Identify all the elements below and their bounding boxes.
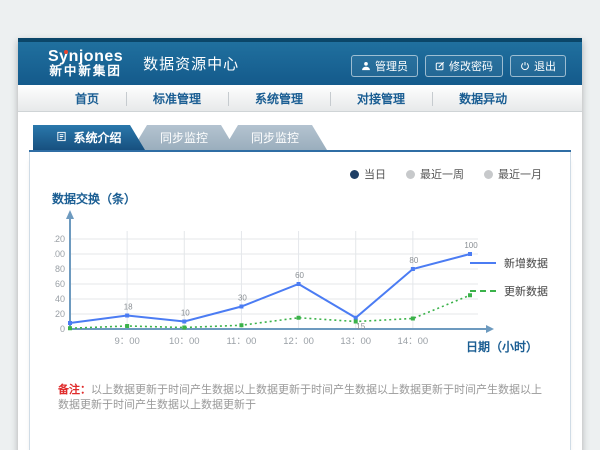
svg-text:80: 80	[55, 264, 65, 274]
logout-button[interactable]: 退出	[510, 55, 566, 77]
svg-text:40: 40	[55, 294, 65, 304]
radio-last-month-label: 最近一月	[498, 166, 542, 182]
nav-item-standard-mgmt[interactable]: 标准管理	[126, 90, 228, 107]
svg-text:11：00: 11：00	[226, 336, 256, 347]
svg-text:120: 120	[54, 234, 65, 244]
nav-item-home[interactable]: 首页	[48, 90, 126, 107]
tab-system-intro-label: 系统介绍	[73, 129, 121, 146]
logo-text-en: Synjones	[48, 49, 123, 66]
chart-container: 0 20 40 60 80 100 120 9：00 10：00 11：00 12：00 13：00 1…	[30, 209, 570, 361]
admin-user-button[interactable]: 管理员	[351, 55, 418, 77]
svg-text:60: 60	[295, 271, 304, 280]
footnote-text: 以上数据更新于时间产生数据以上数据更新于时间产生数据以上数据更新于时间产生数据以…	[58, 384, 542, 411]
header-actions: 管理员 修改密码 退出	[351, 55, 566, 77]
nav-item-interface-mgmt[interactable]: 对接管理	[330, 90, 432, 107]
radio-last-week[interactable]: 最近一周	[406, 166, 464, 182]
logout-label: 退出	[534, 58, 556, 74]
chart-panel: 当日 最近一周 最近一月 数据交换（条） 0 20 40 60 80 100 120 9：00…	[29, 152, 571, 450]
logo-accent-dot	[64, 50, 68, 54]
svg-text:9：00: 9：00	[114, 336, 139, 347]
svg-text:30: 30	[238, 294, 247, 303]
footnote: 备注：以上数据更新于时间产生数据以上数据更新于时间产生数据以上数据更新于时间产生…	[58, 383, 542, 414]
dashed-line-icon	[470, 290, 496, 292]
radio-last-week-label: 最近一周	[420, 166, 464, 182]
content-area: 系统介绍 同步监控 同步监控 当日 最近一周	[18, 112, 582, 450]
svg-text:10：00: 10：00	[169, 336, 200, 347]
svg-text:80: 80	[409, 256, 418, 265]
document-icon	[56, 131, 67, 145]
legend-new-data-label: 新增数据	[504, 255, 548, 271]
legend-updated-data-label: 更新数据	[504, 283, 548, 299]
radio-today[interactable]: 当日	[350, 166, 386, 182]
top-header: Synjones 新中新集团 数据资源中心 管理员 修改密码 退出	[18, 38, 582, 85]
svg-text:0: 0	[60, 324, 65, 334]
svg-text:100: 100	[464, 241, 478, 250]
logo-text-cn: 新中新集团	[48, 65, 123, 78]
radio-today-dot[interactable]	[350, 170, 359, 179]
radio-last-month-dot[interactable]	[484, 170, 493, 179]
radio-last-week-dot[interactable]	[406, 170, 415, 179]
svg-text:60: 60	[55, 279, 65, 289]
svg-text:20: 20	[55, 309, 65, 319]
main-nav: 首页 标准管理 系统管理 对接管理 数据异动	[18, 85, 582, 112]
time-range-selector: 当日 最近一周 最近一月	[30, 152, 570, 182]
tab-sync-monitor-2-label: 同步监控	[251, 129, 299, 146]
x-axis-title: 日期（小时）	[466, 338, 538, 355]
page-title: 数据资源中心	[143, 53, 239, 74]
app-window: Synjones 新中新集团 数据资源中心 管理员 修改密码 退出	[18, 38, 582, 450]
svg-text:10: 10	[181, 309, 190, 318]
nav-item-system-mgmt[interactable]: 系统管理	[228, 90, 330, 107]
tab-system-intro[interactable]: 系统介绍	[33, 125, 145, 150]
company-logo: Synjones 新中新集团	[48, 49, 123, 79]
svg-text:100: 100	[54, 249, 65, 259]
tab-sync-monitor-1-label: 同步监控	[160, 129, 208, 146]
solid-line-icon	[470, 262, 496, 264]
svg-text:18: 18	[124, 303, 133, 312]
footnote-label: 备注：	[58, 384, 91, 396]
radio-today-label: 当日	[364, 166, 386, 182]
nav-item-data-change[interactable]: 数据异动	[432, 90, 534, 107]
svg-text:14：00: 14：00	[398, 336, 429, 347]
radio-last-month[interactable]: 最近一月	[484, 166, 542, 182]
tab-bar: 系统介绍 同步监控 同步监控	[29, 125, 571, 152]
svg-text:13：00: 13：00	[340, 336, 371, 347]
legend-updated-data[interactable]: 更新数据	[470, 283, 548, 299]
svg-text:12：00: 12：00	[283, 336, 314, 347]
chart-legend: 新增数据 更新数据	[470, 255, 548, 299]
legend-new-data[interactable]: 新增数据	[470, 255, 548, 271]
change-password-label: 修改密码	[449, 58, 493, 74]
y-axis-title: 数据交换（条）	[52, 190, 570, 207]
tab-sync-monitor-1[interactable]: 同步监控	[132, 125, 236, 150]
tab-sync-monitor-2[interactable]: 同步监控	[223, 125, 327, 150]
admin-user-label: 管理员	[375, 58, 408, 74]
edit-icon	[435, 61, 445, 71]
user-icon	[361, 61, 371, 71]
change-password-button[interactable]: 修改密码	[425, 55, 503, 77]
power-icon	[520, 61, 530, 71]
